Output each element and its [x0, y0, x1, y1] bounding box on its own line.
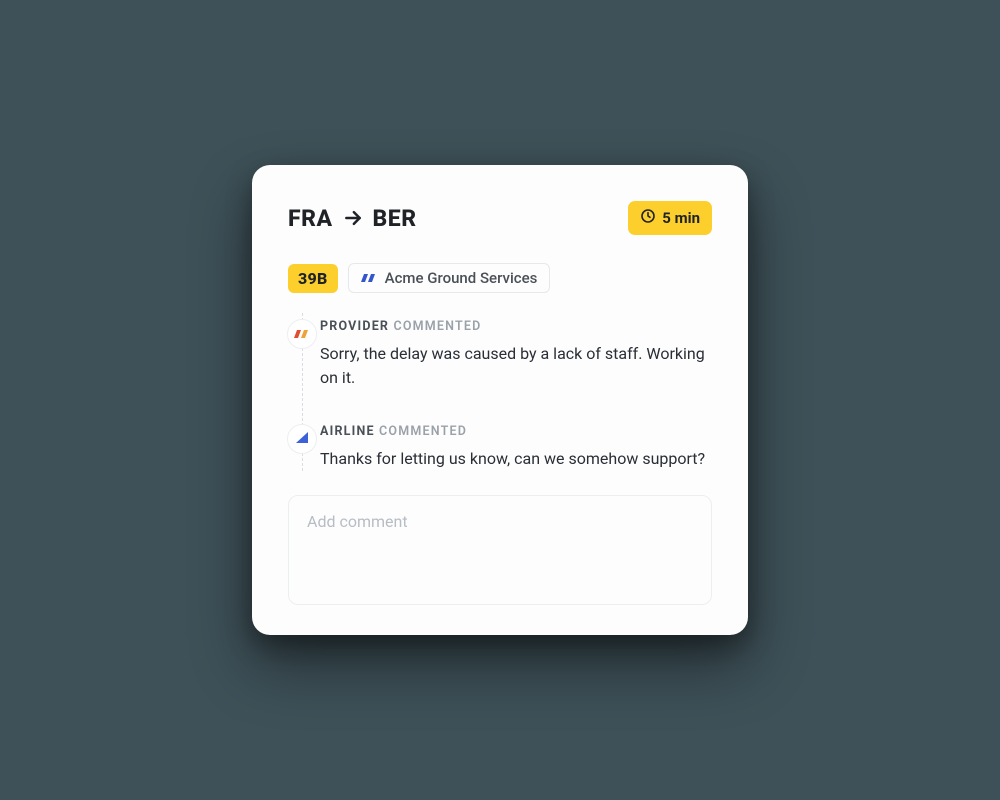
timeline-body: Sorry, the delay was caused by a lack of…	[320, 342, 712, 390]
comment-input[interactable]	[307, 512, 693, 569]
timeline-action: COMMENTED	[393, 319, 481, 334]
flight-card: FRA BER 5 min 39B Acme Ground Services	[252, 165, 748, 635]
comment-box[interactable]	[288, 495, 712, 605]
route-origin: FRA	[288, 205, 333, 232]
provider-avatar-icon	[294, 325, 310, 344]
timeline: PROVIDER COMMENTED Sorry, the delay was …	[292, 313, 712, 471]
gate-badge: 39B	[288, 264, 338, 293]
timeline-role: AIRLINE	[320, 424, 375, 439]
timeline-body: Thanks for letting us know, can we someh…	[320, 447, 712, 471]
tags-row: 39B Acme Ground Services	[288, 263, 712, 293]
avatar	[287, 319, 317, 349]
provider-chip[interactable]: Acme Ground Services	[348, 263, 551, 293]
avatar	[287, 424, 317, 454]
arrow-right-icon	[343, 208, 363, 228]
clock-icon	[640, 208, 656, 228]
route-destination: BER	[373, 205, 417, 232]
provider-chip-label: Acme Ground Services	[385, 269, 538, 287]
time-badge: 5 min	[628, 201, 712, 235]
card-header: FRA BER 5 min	[288, 201, 712, 235]
timeline-role: PROVIDER	[320, 319, 389, 334]
timeline-action: COMMENTED	[379, 424, 467, 439]
timeline-item: AIRLINE COMMENTED Thanks for letting us …	[320, 424, 712, 471]
timeline-item: PROVIDER COMMENTED Sorry, the delay was …	[320, 319, 712, 390]
provider-logo-icon	[361, 272, 377, 284]
route: FRA BER	[288, 205, 417, 232]
timeline-item-meta: AIRLINE COMMENTED	[320, 424, 712, 439]
timeline-item-meta: PROVIDER COMMENTED	[320, 319, 712, 334]
time-badge-label: 5 min	[662, 209, 700, 227]
airline-avatar-icon	[294, 430, 310, 449]
